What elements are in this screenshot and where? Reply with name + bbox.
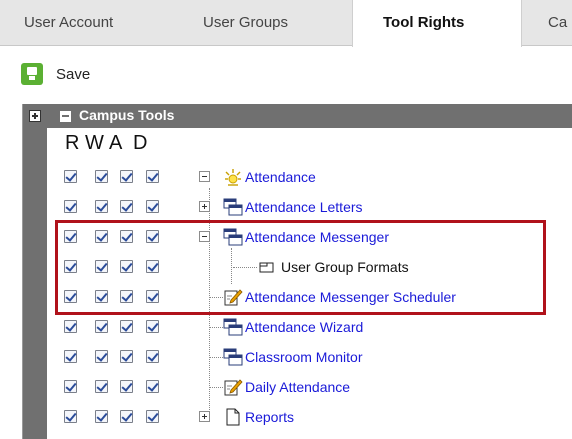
delete-checkbox[interactable] bbox=[146, 350, 159, 363]
windows-stack-icon bbox=[223, 198, 243, 216]
tree-row: Attendance Wizard bbox=[47, 312, 572, 342]
read-checkbox[interactable] bbox=[64, 410, 77, 423]
tree-row: Daily Attendance bbox=[47, 372, 572, 402]
tree-item-label[interactable]: Attendance Wizard bbox=[245, 319, 363, 335]
save-button[interactable]: Save bbox=[21, 61, 90, 87]
read-checkbox[interactable] bbox=[64, 350, 77, 363]
column-write: W bbox=[85, 132, 104, 154]
alert-star-icon bbox=[223, 168, 243, 186]
tool-rights-tree: Campus Tools R W A D Attendance Attendanc… bbox=[22, 104, 572, 439]
write-checkbox[interactable] bbox=[95, 320, 108, 333]
panel-title: Campus Tools bbox=[79, 107, 175, 123]
expand-icon[interactable] bbox=[199, 201, 210, 212]
tree-connector bbox=[209, 327, 223, 328]
delete-checkbox[interactable] bbox=[146, 200, 159, 213]
tree-row: Attendance Letters bbox=[47, 192, 572, 222]
collapse-icon[interactable] bbox=[199, 171, 210, 182]
add-checkbox[interactable] bbox=[120, 320, 133, 333]
windows-stack-icon bbox=[223, 318, 243, 336]
write-checkbox[interactable] bbox=[95, 410, 108, 423]
tab-calendar-rights[interactable]: Ca bbox=[548, 0, 567, 46]
tab-tool-rights[interactable]: Tool Rights bbox=[352, 0, 522, 47]
tab-user-account[interactable]: User Account bbox=[24, 0, 113, 46]
column-add: A bbox=[109, 132, 123, 154]
tree-item-label[interactable]: Attendance Letters bbox=[245, 199, 363, 215]
column-read: R bbox=[65, 132, 80, 154]
windows-stack-icon bbox=[223, 348, 243, 366]
read-checkbox[interactable] bbox=[64, 380, 77, 393]
tree-item-label[interactable]: Classroom Monitor bbox=[245, 349, 362, 365]
edit-note-icon bbox=[223, 378, 243, 396]
tree-row: Classroom Monitor bbox=[47, 342, 572, 372]
write-checkbox[interactable] bbox=[95, 350, 108, 363]
collapse-icon[interactable] bbox=[60, 111, 71, 122]
tree-row: Attendance bbox=[47, 162, 572, 192]
tree-item-label[interactable]: Attendance bbox=[245, 169, 316, 185]
add-checkbox[interactable] bbox=[120, 410, 133, 423]
tree-row: Reports bbox=[47, 402, 572, 432]
document-icon bbox=[223, 408, 243, 426]
tree-connector bbox=[209, 357, 223, 358]
tree-connector bbox=[209, 387, 223, 388]
add-checkbox[interactable] bbox=[120, 170, 133, 183]
save-label: Save bbox=[56, 65, 91, 83]
write-checkbox[interactable] bbox=[95, 170, 108, 183]
expand-icon[interactable] bbox=[199, 411, 210, 422]
add-checkbox[interactable] bbox=[120, 350, 133, 363]
tab-user-groups[interactable]: User Groups bbox=[203, 0, 288, 46]
tree-left-gutter bbox=[23, 128, 47, 439]
action-toolbar: Save bbox=[0, 47, 572, 97]
column-delete: D bbox=[133, 132, 148, 154]
delete-checkbox[interactable] bbox=[146, 320, 159, 333]
save-icon bbox=[21, 63, 43, 85]
read-checkbox[interactable] bbox=[64, 200, 77, 213]
expand-all-icon[interactable] bbox=[29, 110, 41, 122]
tab-bar: User Account User Groups Tool Rights Ca bbox=[0, 0, 572, 47]
add-checkbox[interactable] bbox=[120, 200, 133, 213]
delete-checkbox[interactable] bbox=[146, 380, 159, 393]
highlight-box bbox=[55, 220, 546, 315]
delete-checkbox[interactable] bbox=[146, 410, 159, 423]
read-checkbox[interactable] bbox=[64, 320, 77, 333]
campus-tools-header: Campus Tools bbox=[23, 104, 572, 128]
tree-item-label[interactable]: Reports bbox=[245, 409, 294, 425]
read-checkbox[interactable] bbox=[64, 170, 77, 183]
tree-item-label[interactable]: Daily Attendance bbox=[245, 379, 350, 395]
delete-checkbox[interactable] bbox=[146, 170, 159, 183]
write-checkbox[interactable] bbox=[95, 380, 108, 393]
add-checkbox[interactable] bbox=[120, 380, 133, 393]
write-checkbox[interactable] bbox=[95, 200, 108, 213]
